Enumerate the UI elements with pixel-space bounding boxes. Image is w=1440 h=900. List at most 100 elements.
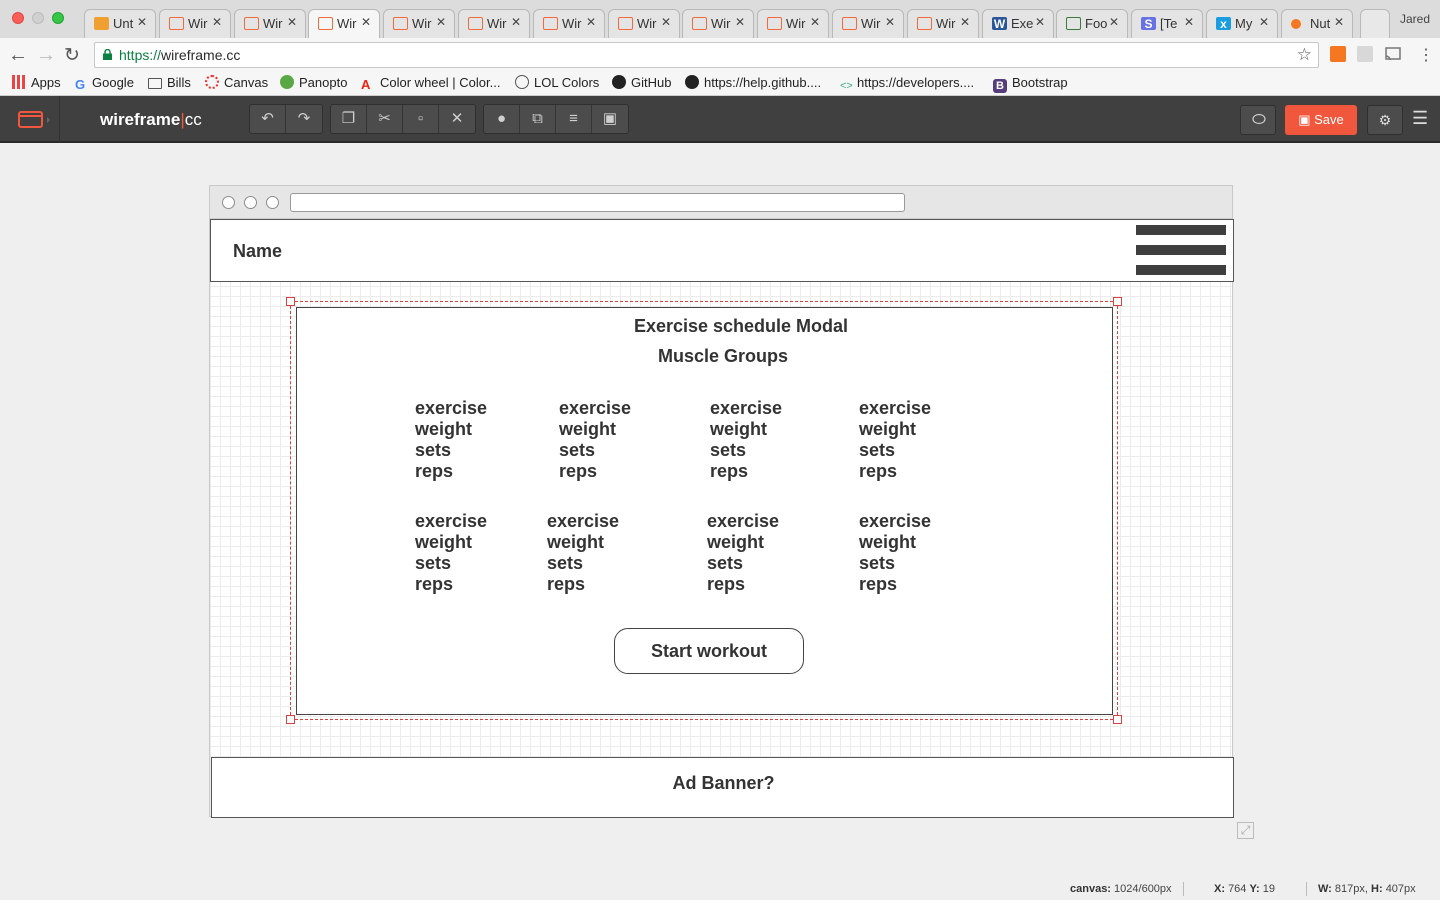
close-tab-icon[interactable]: ✕ [810, 15, 820, 29]
tab-label: Wir [188, 16, 208, 31]
resize-handle-top-left[interactable] [286, 297, 295, 306]
app-menu-button[interactable] [0, 96, 60, 143]
mock-header-bar[interactable]: Name [210, 219, 1234, 282]
mock-url-bar[interactable] [290, 193, 905, 212]
browser-tab[interactable]: Wir ✕ [757, 9, 829, 38]
lock-element-icon[interactable]: ● [484, 105, 520, 133]
browser-tab[interactable]: Nut ✕ [1281, 9, 1353, 38]
duplicate-icon[interactable]: ❐ [331, 105, 367, 133]
mock-name-label[interactable]: Name [233, 241, 282, 262]
browser-tab[interactable]: Wir ✕ [159, 9, 231, 38]
bookmark-help-github[interactable]: https://help.github.... [685, 75, 821, 90]
close-tab-icon[interactable]: ✕ [960, 15, 970, 29]
close-tab-icon[interactable]: ✕ [661, 15, 671, 29]
browser-tab[interactable]: Unt ✕ [84, 9, 156, 38]
profile-name[interactable]: Jared [1400, 12, 1430, 26]
cut-icon[interactable]: ✂ [367, 105, 403, 133]
mock-hamburger-line[interactable] [1136, 225, 1226, 235]
bookmark-color-wheel[interactable]: A Color wheel | Color... [361, 75, 500, 92]
extension-icon[interactable] [1357, 46, 1373, 62]
close-tab-icon[interactable]: ✕ [212, 15, 222, 29]
expand-canvas-icon[interactable]: ⤢ [1237, 822, 1254, 839]
resize-handle-top-right[interactable] [1113, 297, 1122, 306]
close-tab-icon[interactable]: ✕ [137, 15, 147, 29]
exercise-card[interactable]: exercise weight sets reps [415, 398, 487, 482]
browser-tab[interactable]: Wir ✕ [682, 9, 754, 38]
resize-handle-bottom-left[interactable] [286, 715, 295, 724]
redo-icon[interactable]: ↷ [286, 105, 322, 133]
close-tab-icon[interactable]: ✕ [1259, 15, 1269, 29]
exercise-card[interactable]: exercise weight sets reps [859, 511, 931, 595]
exercise-card[interactable]: exercise weight sets reps [710, 398, 782, 482]
close-tab-icon[interactable]: ✕ [1109, 15, 1119, 29]
hubspot-extension-icon[interactable] [1330, 46, 1346, 62]
ad-banner[interactable]: Ad Banner? [211, 757, 1234, 818]
close-tab-icon[interactable]: ✕ [287, 15, 297, 29]
browser-tab[interactable]: x My ✕ [1206, 9, 1278, 38]
hamburger-menu-icon[interactable]: ☰ [1412, 108, 1428, 129]
browser-tab[interactable]: Wir ✕ [308, 9, 380, 39]
bookmark-github[interactable]: GitHub [612, 75, 671, 90]
bookmark-panopto[interactable]: Panopto [280, 75, 347, 90]
close-tab-icon[interactable]: ✕ [511, 15, 521, 29]
undo-icon[interactable]: ↶ [250, 105, 286, 133]
forward-icon[interactable]: → [36, 44, 56, 67]
close-tab-icon[interactable]: ✕ [361, 15, 371, 29]
bookmark-google[interactable]: G Google [75, 75, 134, 92]
browser-tab[interactable]: Wir ✕ [608, 9, 680, 38]
exercise-card[interactable]: exercise weight sets reps [859, 398, 931, 482]
group-icon[interactable]: ▣ [592, 105, 628, 133]
browser-tab[interactable]: W Exe ✕ [982, 9, 1054, 38]
browser-tab[interactable]: S [Te ✕ [1131, 9, 1203, 38]
settings-icon[interactable]: ⚙ [1367, 105, 1403, 135]
close-tab-icon[interactable]: ✕ [1184, 15, 1194, 29]
close-window-button[interactable] [12, 12, 24, 24]
paste-icon[interactable]: ▫ [403, 105, 439, 133]
back-icon[interactable]: ← [8, 44, 28, 67]
close-tab-icon[interactable]: ✕ [885, 15, 895, 29]
bookmark-developers[interactable]: <> https://developers.... [840, 75, 974, 94]
exercise-card[interactable]: exercise weight sets reps [415, 511, 487, 595]
browser-tab[interactable]: Wir ✕ [533, 9, 605, 38]
bookmark-apps[interactable]: Apps [12, 75, 61, 90]
mock-hamburger-line[interactable] [1136, 265, 1226, 275]
comment-icon[interactable] [1240, 105, 1276, 135]
save-button[interactable]: ▣ Save [1285, 105, 1357, 135]
resize-handle-bottom-right[interactable] [1113, 715, 1122, 724]
minimize-window-button[interactable] [32, 12, 44, 24]
bookmark-star-icon[interactable]: ☆ [1297, 45, 1312, 65]
exercise-card[interactable]: exercise weight sets reps [559, 398, 631, 482]
chrome-menu-icon[interactable]: ⋮ [1418, 45, 1434, 65]
new-tab-button[interactable] [1360, 9, 1390, 38]
close-tab-icon[interactable]: ✕ [1035, 15, 1045, 29]
browser-tab[interactable]: Wir ✕ [832, 9, 904, 38]
bookmark-canvas[interactable]: Canvas [205, 75, 268, 90]
close-tab-icon[interactable]: ✕ [586, 15, 596, 29]
reload-icon[interactable]: ↻ [64, 44, 80, 67]
browser-tab[interactable]: Wir ✕ [458, 9, 530, 38]
close-tab-icon[interactable]: ✕ [436, 15, 446, 29]
close-tab-icon[interactable]: ✕ [1334, 15, 1344, 29]
browser-tab[interactable]: Wir ✕ [907, 9, 979, 38]
delete-icon[interactable]: ✕ [439, 105, 475, 133]
start-workout-button[interactable]: Start workout [614, 628, 804, 674]
bookmark-bills[interactable]: Bills [148, 75, 191, 90]
browser-tab[interactable]: Foo ✕ [1056, 9, 1128, 38]
maximize-window-button[interactable] [52, 12, 64, 24]
bookmark-bootstrap[interactable]: B Bootstrap [993, 75, 1068, 93]
wireframe-canvas[interactable]: Name Exercise schedule Modal Muscle Grou… [209, 185, 1234, 818]
exercise-card[interactable]: exercise weight sets reps [547, 511, 619, 595]
tab-label: Foo [1085, 16, 1107, 31]
bookmark-lol-colors[interactable]: LOL Colors [515, 75, 599, 90]
cast-icon[interactable] [1385, 46, 1401, 62]
address-bar[interactable]: https://wireframe.cc ☆ [94, 42, 1319, 68]
align-icon[interactable]: ≡ [556, 105, 592, 133]
close-tab-icon[interactable]: ✕ [735, 15, 745, 29]
browser-tab[interactable]: Wir ✕ [234, 9, 306, 38]
mock-modal[interactable]: Exercise schedule Modal Muscle Groups ex… [296, 307, 1113, 715]
mock-hamburger-line[interactable] [1136, 245, 1226, 255]
mock-browser-titlebar[interactable] [210, 186, 1232, 219]
exercise-card[interactable]: exercise weight sets reps [707, 511, 779, 595]
browser-tab[interactable]: Wir ✕ [383, 9, 455, 38]
bring-forward-icon[interactable]: ⧉ [520, 105, 556, 133]
